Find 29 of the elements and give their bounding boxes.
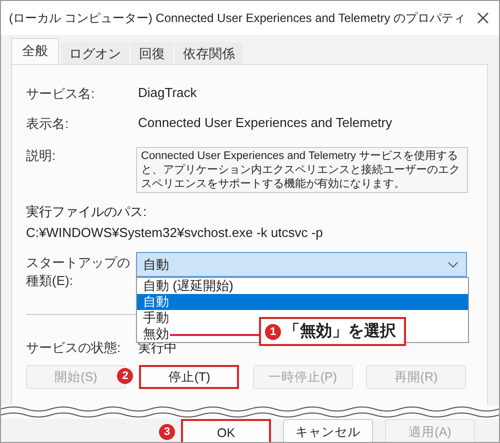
dropdown-option[interactable]: 手動	[137, 310, 175, 326]
callout-text: 「無効」を選択	[284, 322, 396, 342]
dropdown-option[interactable]: 自動	[137, 294, 468, 310]
description-field[interactable]: Connected User Experiences and Telemetry サービスを使用すると、アプリケーション内エクスペリエンスと接続ユーザーのエクスペリエンスをサポートする機能が有効になります。	[136, 147, 468, 193]
startup-type-dropdown[interactable]: 自動	[136, 252, 467, 277]
step-number-badge: 1	[265, 324, 281, 340]
field-value: Connected User Experiences and Telemetry	[138, 115, 392, 130]
window-title: (ローカル コンピューター) Connected User Experiences and Telemetry のプロパティ	[9, 10, 466, 26]
field-value: DiagTrack	[138, 85, 197, 100]
field-label: 表示名:	[26, 115, 70, 133]
close-icon[interactable]	[477, 12, 489, 24]
step-number-badge: 2	[117, 368, 134, 384]
tab[interactable]: 全般	[11, 38, 59, 64]
button[interactable]: OK	[181, 419, 271, 442]
field-label: 実行ファイルのパス:	[26, 203, 148, 221]
tab[interactable]: 回復	[131, 42, 173, 64]
field-label: スタートアップの種類(E):	[26, 254, 131, 290]
field-label: サービスの状態:	[26, 339, 122, 357]
button[interactable]: 停止(T)	[139, 365, 240, 389]
field-value: C:¥WINDOWS¥System32¥svchost.exe -k utcsvc -p	[26, 225, 324, 240]
field-label: サービス名:	[26, 85, 96, 103]
step-number-badge: 3	[159, 424, 175, 440]
tab[interactable]: ログオン	[61, 42, 129, 64]
tab[interactable]: 依存関係	[175, 42, 243, 64]
button[interactable]: キャンセル	[283, 419, 373, 442]
dropdown-option[interactable]: 自動 (遅延開始)	[137, 278, 240, 294]
field-label: 説明:	[26, 147, 57, 165]
chevron-down-icon	[448, 262, 458, 268]
dropdown-option[interactable]: 無効	[137, 326, 175, 342]
